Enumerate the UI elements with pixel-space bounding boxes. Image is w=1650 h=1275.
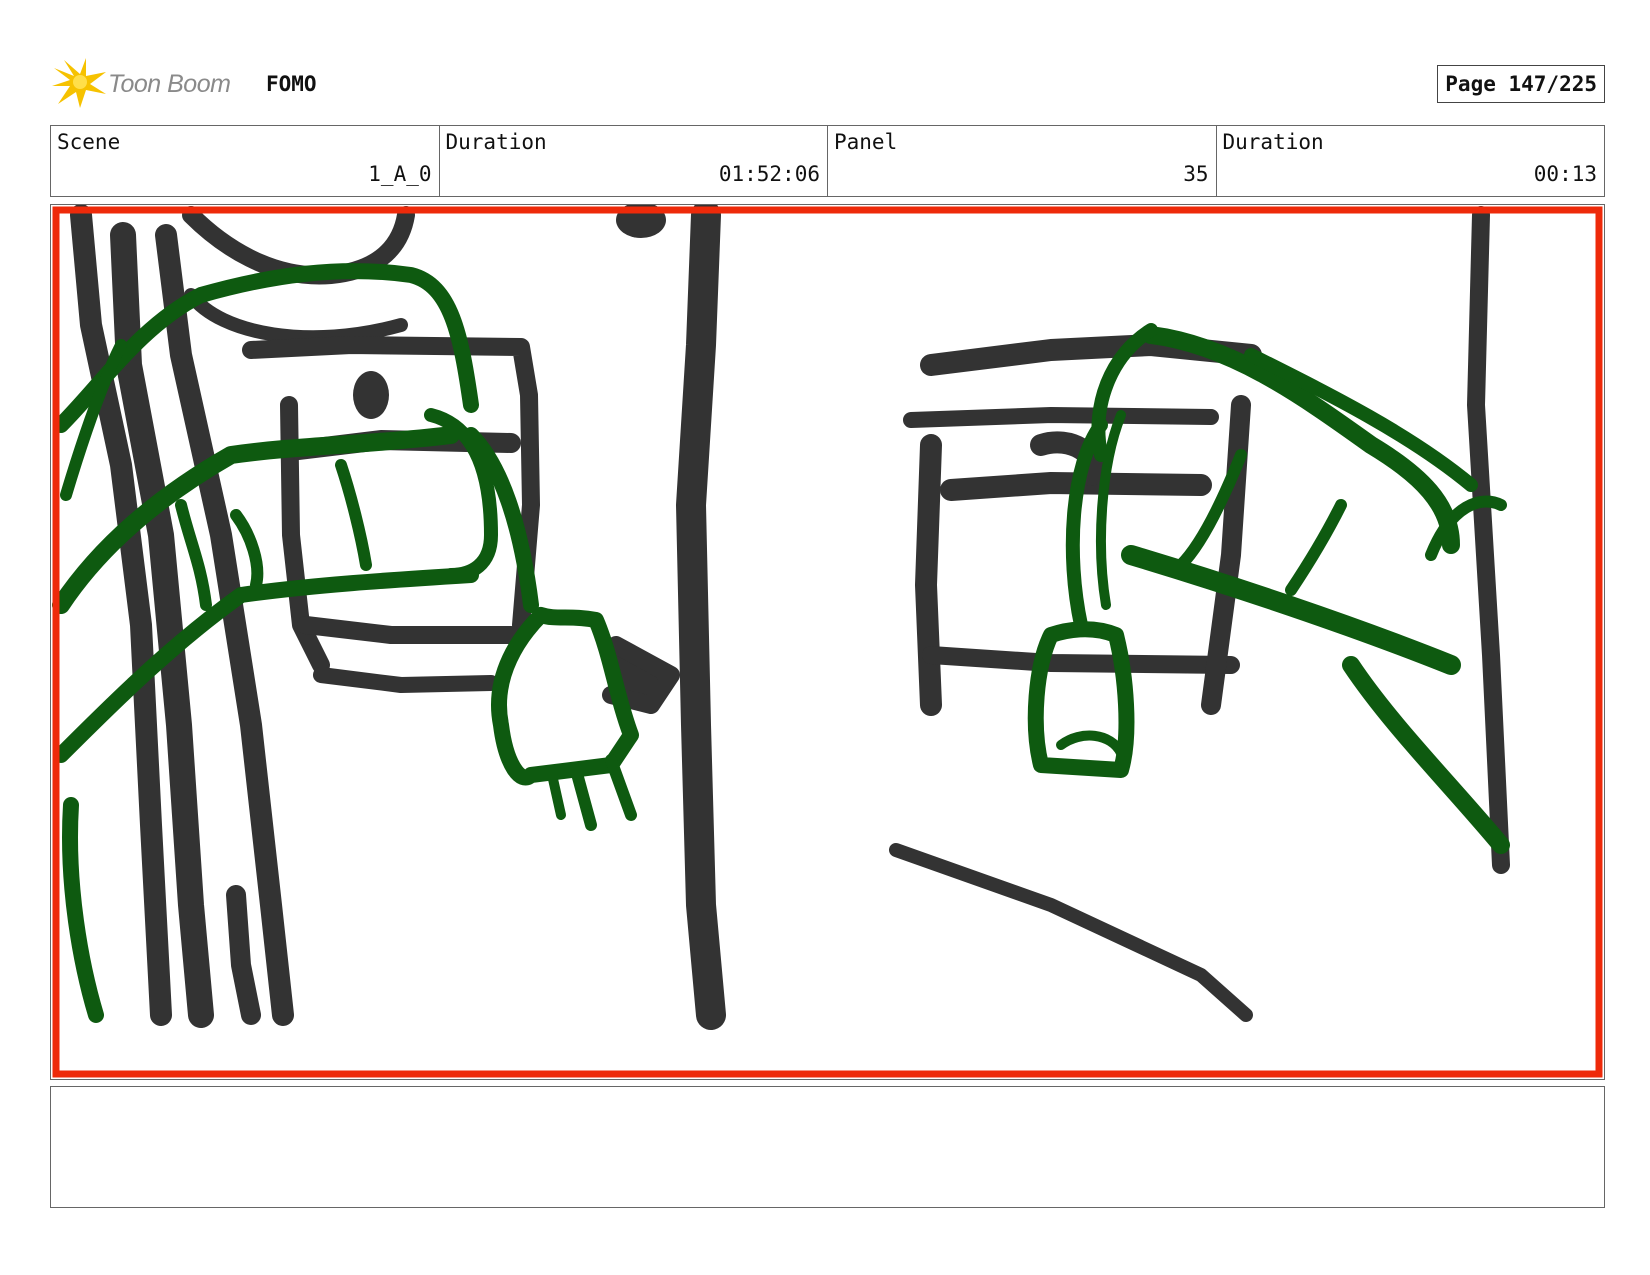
scene-duration-label: Duration (445, 130, 547, 154)
storyboard-panel (50, 204, 1605, 1080)
panel-label: Panel (834, 130, 898, 154)
scene-value: 1_A_0 (368, 162, 432, 186)
panel-duration-label: Duration (1222, 130, 1324, 154)
panel-duration-value: 00:13 (1533, 162, 1597, 186)
project-title: FOMO (266, 72, 317, 96)
starburst-icon (52, 58, 106, 108)
toon-boom-logo: Toon Boom (50, 56, 250, 110)
page-header: Toon Boom FOMO Page 147/225 (50, 52, 1605, 112)
page-number: Page 147/225 (1437, 65, 1605, 103)
notes-box (50, 1086, 1605, 1208)
scene-duration-value: 01:52:06 (718, 162, 820, 186)
panel-cell: Panel 35 (828, 126, 1217, 196)
scene-label: Scene (57, 130, 121, 154)
scene-cell: Scene 1_A_0 (51, 126, 440, 196)
panel-info-table: Scene 1_A_0 Duration 01:52:06 Panel 35 D… (50, 125, 1605, 197)
scene-duration-cell: Duration 01:52:06 (440, 126, 828, 196)
panel-value: 35 (1183, 162, 1209, 186)
panel-duration-cell: Duration 00:13 (1217, 126, 1605, 196)
panel-sketch (51, 205, 1604, 1079)
logo-text: Toon Boom (108, 70, 231, 98)
